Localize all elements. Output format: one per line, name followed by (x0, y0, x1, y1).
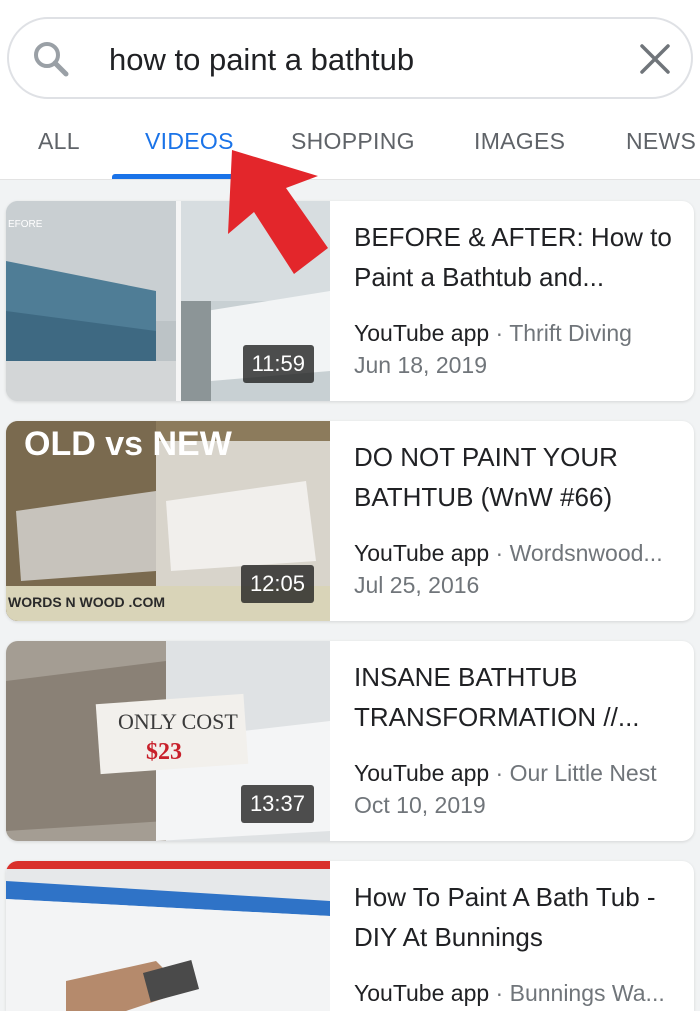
tab-news[interactable]: NEWS (626, 128, 696, 154)
video-meta: YouTube app · Our Little Nest (354, 758, 676, 788)
video-thumbnail[interactable]: OLD vs NEW WORDS N WOOD .COM 12:05 (6, 421, 330, 621)
video-title[interactable]: INSANE BATHTUB TRANSFORMATION //... (354, 657, 674, 737)
red-arrow-annotation (228, 150, 328, 274)
tab-all[interactable]: ALL (38, 128, 80, 154)
meta-separator: · (495, 540, 504, 566)
video-source: YouTube app (354, 760, 490, 786)
video-result[interactable]: ONLY COST $23 13:37 INSANE BATHTUB TRANS… (6, 641, 694, 841)
video-channel: Bunnings Wa... (509, 980, 665, 1006)
video-source: YouTube app (354, 320, 490, 346)
video-title[interactable]: BEFORE & AFTER: How to Paint a Bathtub a… (354, 217, 674, 297)
search-icon[interactable] (31, 39, 71, 79)
video-title[interactable]: How To Paint A Bath Tub - DIY At Bunning… (354, 877, 674, 957)
video-channel: Our Little Nest (509, 760, 657, 786)
video-source: YouTube app (354, 540, 490, 566)
search-box[interactable]: how to paint a bathtub (7, 17, 693, 99)
video-thumbnail[interactable]: ONLY COST $23 13:37 (6, 641, 330, 841)
video-result[interactable]: EFORE 11:59 BEFORE & AFTER: How to Paint… (6, 201, 694, 401)
video-duration: 13:37 (240, 785, 314, 823)
video-source: YouTube app (354, 980, 490, 1006)
video-result[interactable]: How To Paint A Bath Tub - DIY At Bunning… (6, 861, 694, 1011)
thumbnail-image (6, 861, 330, 1011)
video-channel: Thrift Diving (509, 320, 632, 346)
thumbnail-caption: ONLY COST (118, 709, 238, 734)
video-meta: YouTube app · Wordsnwood... (354, 538, 676, 568)
search-header: how to paint a bathtub ALL VIDEOS SHOPPI… (0, 0, 700, 180)
thumbnail-price: $23 (146, 739, 182, 765)
video-date: Oct 10, 2019 (354, 792, 486, 818)
thumbnail-caption: EFORE (8, 219, 43, 230)
video-meta: YouTube app · Bunnings Wa... (354, 978, 676, 1008)
thumbnail-footer: WORDS N WOOD .COM (8, 594, 165, 610)
video-date: Jun 18, 2019 (354, 352, 488, 378)
tab-images[interactable]: IMAGES (474, 128, 565, 154)
meta-separator: · (495, 760, 504, 786)
video-meta: YouTube app · Thrift Diving (354, 318, 676, 348)
video-title[interactable]: DO NOT PAINT YOUR BATHTUB (WnW #66) (354, 437, 674, 517)
video-duration: 11:59 (242, 345, 314, 383)
video-date: Jul 25, 2016 (354, 572, 480, 598)
video-thumbnail[interactable] (6, 861, 330, 1011)
thumbnail-caption: OLD vs NEW (24, 425, 233, 463)
video-duration: 12:05 (240, 565, 314, 603)
video-channel: Wordsnwood... (509, 540, 663, 566)
video-result[interactable]: OLD vs NEW WORDS N WOOD .COM 12:05 DO NO… (6, 421, 694, 621)
meta-separator: · (495, 320, 504, 346)
search-tabs: ALL VIDEOS SHOPPING IMAGES NEWS (0, 118, 700, 180)
meta-separator: · (495, 980, 504, 1006)
search-input[interactable]: how to paint a bathtub (109, 41, 414, 79)
close-icon[interactable] (637, 41, 673, 77)
